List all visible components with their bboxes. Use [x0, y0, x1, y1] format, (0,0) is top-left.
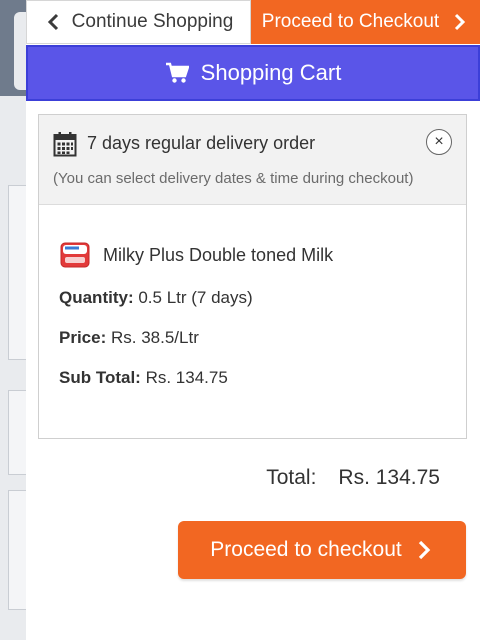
close-icon[interactable]: × [426, 129, 452, 155]
subtotal-label: Sub Total: [59, 368, 141, 387]
proceed-to-checkout-button[interactable]: Proceed to checkout [178, 521, 466, 579]
price-label: Price: [59, 328, 107, 347]
background-page [0, 0, 26, 640]
continue-shopping-button[interactable]: Continue Shopping [26, 0, 251, 44]
chevron-right-icon [414, 539, 434, 561]
calendar-icon [53, 131, 77, 157]
shopping-cart-title: Shopping Cart [200, 60, 342, 85]
quantity-value: 0.5 Ltr (7 days) [138, 288, 253, 307]
product-row: Milky Plus Double toned Milk [59, 239, 333, 271]
background-header [0, 0, 26, 96]
cart-icon [165, 62, 189, 84]
proceed-to-checkout-top-label: Proceed to Checkout [261, 11, 440, 32]
background-panel [8, 490, 26, 610]
proceed-to-checkout-top-button[interactable]: Proceed to Checkout [251, 0, 480, 44]
delivery-order-header: 7 days regular delivery order (You can s… [39, 115, 466, 205]
background-panel [8, 185, 26, 360]
cart-drawer: Continue Shopping Proceed to Checkout Sh… [26, 0, 480, 640]
price-value: Rs. 38.5/Ltr [110, 328, 199, 347]
price-row: Price: Rs. 38.5/Ltr [59, 328, 199, 348]
chevron-left-icon [44, 12, 64, 32]
chevron-right-icon [449, 12, 469, 32]
product-name: Milky Plus Double toned Milk [103, 244, 334, 265]
quantity-row: Quantity: 0.5 Ltr (7 days) [59, 288, 253, 308]
subtotal-value: Rs. 134.75 [145, 368, 228, 387]
total-label: Total: [266, 466, 317, 489]
total-value: Rs. 134.75 [338, 466, 440, 489]
total-row: Total: Rs. 134.75 [266, 466, 440, 490]
shopping-cart-header: Shopping Cart [26, 45, 480, 101]
cart-top-bar: Continue Shopping Proceed to Checkout [26, 0, 480, 44]
subtotal-row: Sub Total: Rs. 134.75 [59, 368, 228, 388]
proceed-to-checkout-label: Proceed to checkout [210, 538, 402, 561]
delivery-order-subtitle: (You can select delivery dates & time du… [53, 170, 414, 187]
delivery-order-title: 7 days regular delivery order [87, 133, 316, 153]
delivery-order-card: 7 days regular delivery order (You can s… [38, 114, 467, 439]
background-card [14, 12, 26, 90]
background-panel [8, 390, 26, 475]
quantity-label: Quantity: [59, 288, 134, 307]
continue-shopping-label: Continue Shopping [71, 11, 234, 32]
product-thumbnail [59, 239, 91, 271]
